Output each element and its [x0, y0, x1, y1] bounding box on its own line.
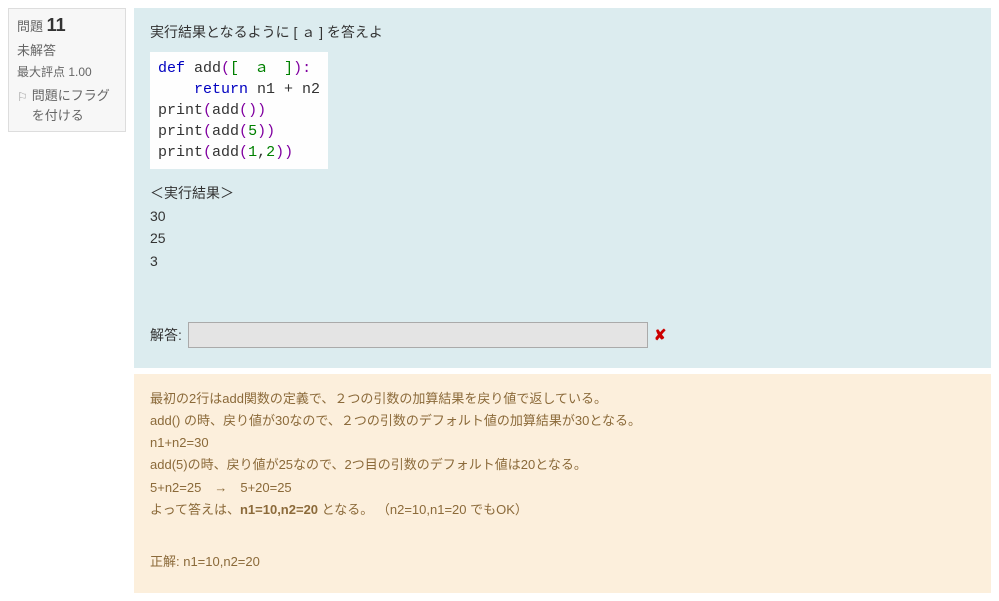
- flag-icon: ⚐: [17, 88, 28, 106]
- feedback-line: 最初の2行はadd関数の定義で、２つの引数の加算結果を戻り値で返している。: [150, 388, 975, 410]
- feedback-line: よって答えは、n1=10,n2=20 となる。 （n2=10,n1=20 でもO…: [150, 499, 975, 521]
- flag-question-link[interactable]: ⚐ 問題にフラグを付ける: [17, 86, 117, 125]
- answer-row: 解答: ✘: [150, 322, 975, 348]
- question-block: 実行結果となるように [ ａ ] を答えよ def add([ ａ ]): re…: [134, 8, 991, 368]
- feedback-line: n1+n2=30: [150, 432, 975, 454]
- feedback-line: add(5)の時、戻り値が25なので、2つ目の引数のデフォルト値は20となる。: [150, 454, 975, 476]
- question-sidebar: 問題 11 未解答 最大評点 1.00 ⚐ 問題にフラグを付ける: [8, 8, 126, 593]
- exec-result-output: 30 25 3: [150, 205, 975, 272]
- feedback-line: 5+n2=25 → 5+20=25: [150, 477, 975, 499]
- feedback-block: 最初の2行はadd関数の定義で、２つの引数の加算結果を戻り値で返している。 ad…: [134, 374, 991, 593]
- code-box: def add([ ａ ]): return n1 + n2 print(add…: [150, 52, 328, 169]
- question-number: 11: [47, 15, 66, 35]
- feedback-line: add() の時、戻り値が30なので、２つの引数のデフォルト値の加算結果が30と…: [150, 410, 975, 432]
- question-status: 未解答: [17, 40, 117, 59]
- exec-result-label: ＜実行結果＞: [150, 183, 975, 203]
- question-instruction: 実行結果となるように [ ａ ] を答えよ: [150, 22, 975, 42]
- answer-input[interactable]: [188, 322, 648, 348]
- incorrect-icon: ✘: [654, 326, 667, 344]
- question-max-grade: 最大評点 1.00: [17, 63, 117, 80]
- question-info-box: 問題 11 未解答 最大評点 1.00 ⚐ 問題にフラグを付ける: [8, 8, 126, 132]
- flag-text: 問題にフラグを付ける: [32, 86, 117, 125]
- question-number-row: 問題 11: [17, 15, 117, 36]
- correct-answer: 正解: n1=10,n2=20: [150, 551, 975, 573]
- answer-label: 解答:: [150, 325, 182, 345]
- question-label: 問題: [17, 19, 43, 34]
- main-content: 実行結果となるように [ ａ ] を答えよ def add([ ａ ]): re…: [134, 8, 991, 593]
